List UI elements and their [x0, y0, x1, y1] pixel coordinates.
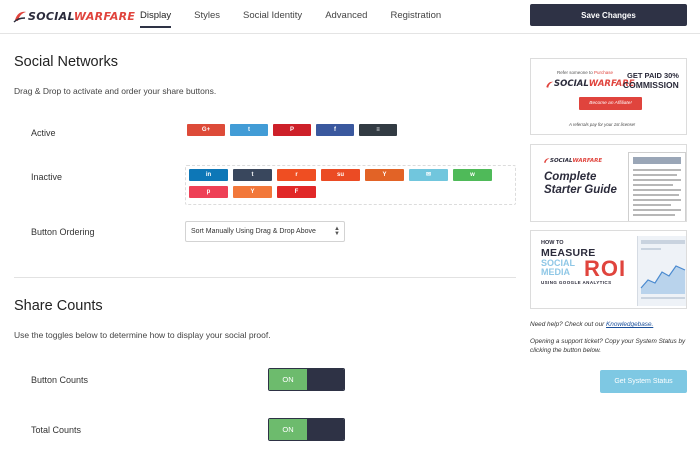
total-counts-off-state [307, 419, 344, 440]
roi-using-analytics-text: USING GOOGLE ANALYTICS [541, 280, 612, 285]
select-arrows-icon: ▲ ▼ [334, 226, 340, 237]
share-counts-heading: Share Counts [14, 298, 103, 314]
buffer-icon: ≡ [376, 127, 380, 133]
hacker-news-share-button[interactable]: Y [233, 186, 272, 198]
analytics-graph-icon [640, 240, 686, 299]
social-networks-description: Drag & Drop to activate and order your s… [14, 86, 217, 96]
google-plus-icon: G+ [201, 127, 211, 133]
knowledgebase-link[interactable]: Knowledgebase. [606, 321, 653, 328]
analytics-screenshot-image [637, 236, 686, 306]
roi-social-media-text: SOCIAL MEDIA [541, 258, 576, 277]
logo-swoosh-icon [544, 158, 550, 163]
reddit-icon: r [295, 172, 298, 178]
affiliate-logo: S OCIAL WARFARE [545, 79, 635, 89]
facebook-share-button[interactable]: f [316, 124, 354, 136]
become-affiliate-button[interactable]: Become an Affiliate! [579, 97, 642, 110]
email-icon: ✉ [425, 172, 432, 178]
linkedin-icon: in [205, 172, 212, 178]
whatsapp-share-button[interactable]: w [453, 169, 492, 181]
twitter-share-button[interactable]: t [230, 124, 268, 136]
top-bar: SOCIALWARFARE Display Styles Social Iden… [0, 0, 700, 34]
tab-styles[interactable]: Styles [194, 0, 220, 34]
tab-display[interactable]: Display [140, 0, 172, 34]
logo-wordmark: SOCIALWARFARE [28, 9, 136, 23]
google-plus-share-button[interactable]: G+ [187, 124, 225, 136]
reddit-share-button[interactable]: r [277, 169, 316, 181]
social-roi-banner[interactable]: HOW TO MEASURE SOCIAL MEDIA ROI USING GOO… [530, 230, 687, 309]
logo-swoosh-icon [546, 81, 554, 88]
get-system-status-button[interactable]: Get System Status [600, 370, 687, 393]
inactive-label: Inactive [31, 172, 63, 182]
button-counts-on-state: ON [269, 369, 307, 390]
hacker-news-icon: Y [250, 189, 255, 195]
tab-social-identity[interactable]: Social Identity [243, 0, 302, 34]
pinterest-share-button[interactable]: P [273, 124, 311, 136]
email-share-button[interactable]: ✉ [409, 169, 448, 181]
button-counts-off-state [307, 369, 344, 390]
button-counts-label: Button Counts [31, 375, 89, 385]
button-ordering-value: Sort Manually Using Drag & Drop Above [191, 228, 316, 235]
tab-advanced[interactable]: Advanced [325, 0, 367, 34]
section-divider [14, 277, 516, 278]
affiliate-promo-banner[interactable]: Refer someone to Purchase S OCIAL WARFARE … [530, 58, 687, 135]
roi-how-to-text: HOW TO [541, 240, 564, 246]
affiliate-small-text: Refer someone to Purchase [557, 70, 614, 75]
button-counts-toggle[interactable]: ON [268, 368, 345, 391]
active-label: Active [31, 128, 56, 138]
flipboard-share-button[interactable]: F [277, 186, 316, 198]
yummly-share-button[interactable]: Y [365, 169, 404, 181]
support-text: Opening a support ticket? Copy your Syst… [530, 338, 686, 354]
affiliate-get-paid-text: GET PAID 30% [627, 71, 679, 80]
facebook-icon: f [334, 127, 336, 133]
stumbleupon-share-button[interactable]: su [321, 169, 360, 181]
active-buttons-zone[interactable]: G+ t Pf ≡ [187, 124, 417, 141]
inactive-buttons-zone[interactable]: in t r su Y ✉ w p Y F [185, 165, 516, 205]
linkedin-share-button[interactable]: in [189, 169, 228, 181]
pocket-icon: p [206, 189, 211, 195]
social-warfare-logo: SOCIALWARFARE [13, 8, 135, 24]
settings-tabs: Display Styles Social Identity Advanced … [140, 0, 464, 34]
starter-guide-banner[interactable]: S OCIAL WARFARE Complete Starter Guide [530, 144, 687, 222]
affiliate-footer-text: A referrals pay for your 1st license! [569, 122, 636, 127]
tumblr-share-button[interactable]: t [233, 169, 272, 181]
button-ordering-select[interactable]: Sort Manually Using Drag & Drop Above ▲ ▼ [185, 221, 345, 242]
flipboard-icon: F [294, 189, 299, 195]
starter-guide-logo: S OCIAL WARFARE [543, 157, 602, 164]
affiliate-commission-text: COMMISSION [623, 80, 679, 90]
pinterest-icon: P [289, 127, 294, 133]
buffer-share-button[interactable]: ≡ [359, 124, 397, 136]
total-counts-toggle[interactable]: ON [268, 418, 345, 441]
total-counts-label: Total Counts [31, 425, 82, 435]
social-networks-heading: Social Networks [14, 54, 118, 70]
logo-swoosh-icon [13, 11, 26, 23]
guide-document-preview [628, 152, 686, 221]
tab-registration[interactable]: Registration [390, 0, 441, 34]
pocket-share-button[interactable]: p [189, 186, 228, 198]
stumbleupon-icon: su [336, 172, 344, 178]
twitter-icon: t [248, 127, 250, 133]
starter-guide-title: Complete Starter Guide [544, 171, 617, 196]
roi-big-text: ROI [584, 256, 627, 281]
whatsapp-icon: w [470, 172, 475, 178]
save-changes-button[interactable]: Save Changes [530, 4, 687, 26]
total-counts-on-state: ON [269, 419, 307, 440]
share-counts-description: Use the toggles below to determine how t… [14, 330, 271, 340]
yummly-icon: Y [382, 172, 387, 178]
button-ordering-label: Button Ordering [31, 227, 95, 237]
help-text: Need help? Check out our Knowledgebase. [530, 321, 654, 328]
tumblr-icon: t [251, 172, 254, 178]
